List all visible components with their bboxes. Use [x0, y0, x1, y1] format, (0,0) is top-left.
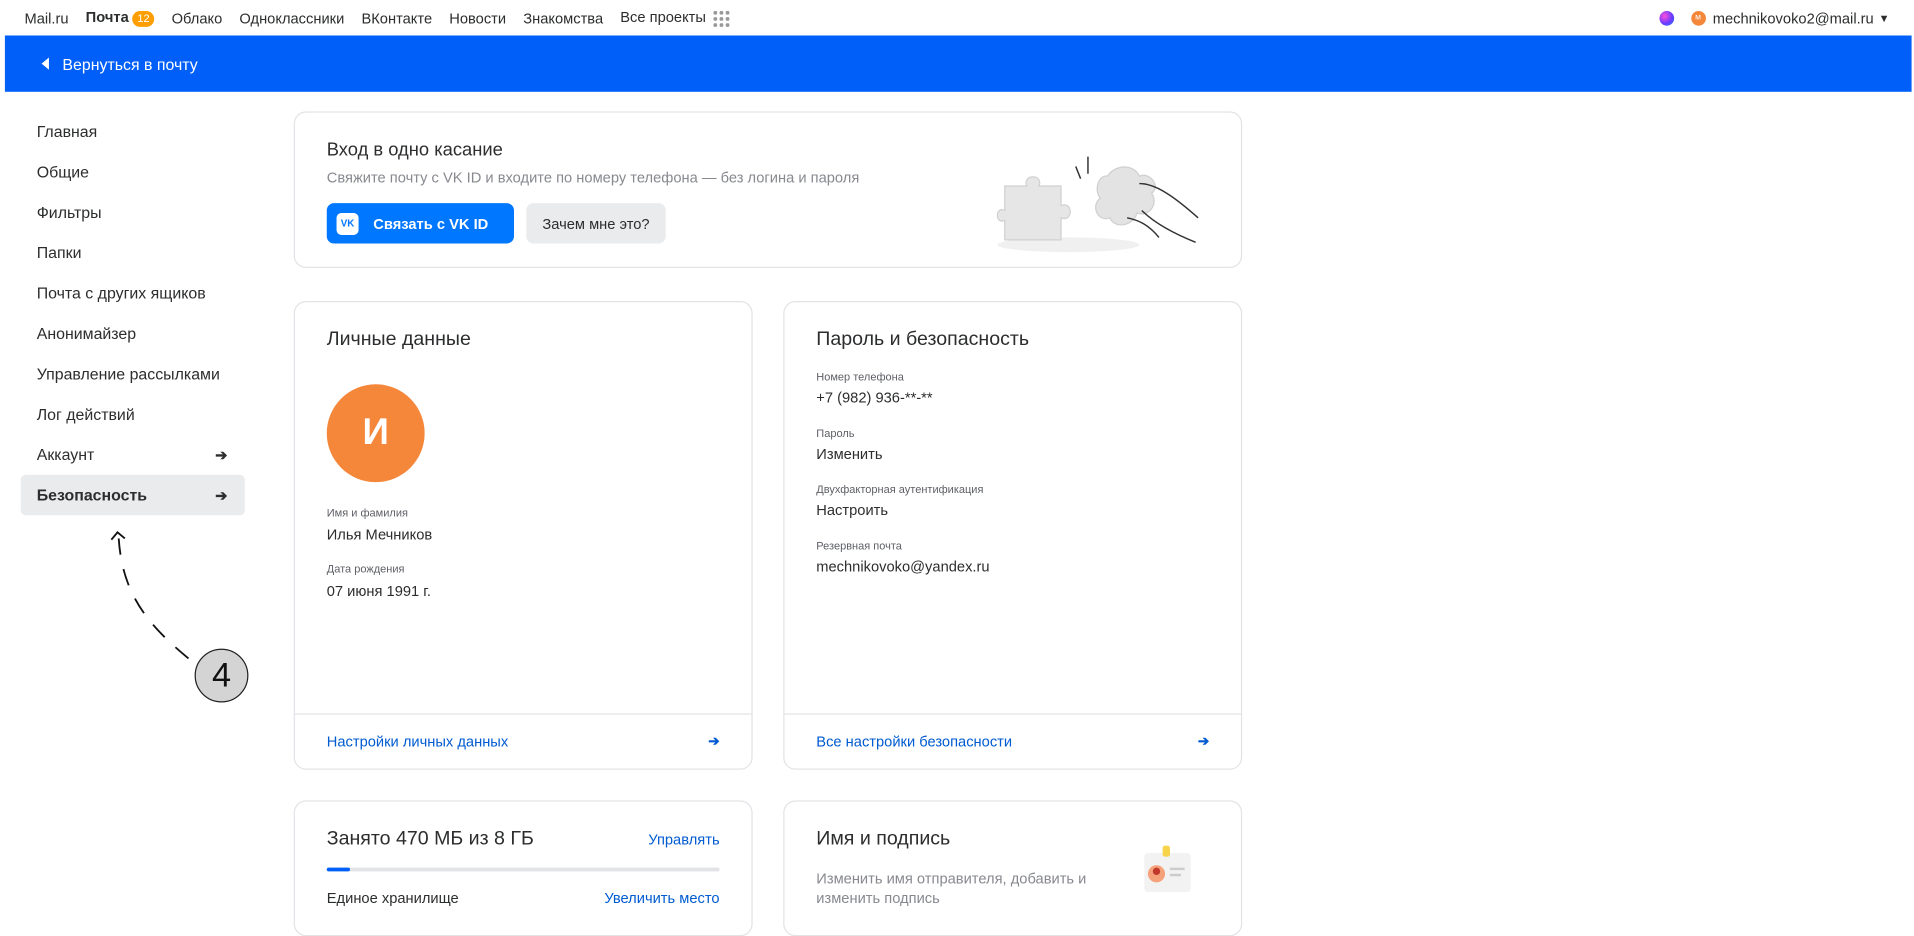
sidebar-item-label: Аккаунт [36, 445, 95, 464]
arrow-right-icon[interactable]: ➔ [708, 733, 719, 749]
nav-cloud[interactable]: Облако [172, 9, 223, 26]
personal-settings-link[interactable]: Настройки личных данных [327, 733, 508, 750]
sidebar-item-label: Безопасность [36, 485, 148, 505]
sidebar-item-label: Лог действий [36, 405, 135, 424]
name-label: Имя и фамилия [326, 506, 408, 519]
sidebar-item-other-mailboxes[interactable]: Почта с других ящиков [21, 273, 245, 313]
nav-mail-label: Почта [85, 8, 129, 26]
unread-badge: 12 [132, 11, 155, 27]
birth-value: 07 июня 1991 г. [326, 582, 431, 600]
storage-title: Занято 470 МБ из 8 ГБ [326, 828, 534, 850]
back-arrow-icon [41, 57, 49, 70]
unified-storage-label: Единое хранилище [326, 889, 459, 907]
sidebar-item-main[interactable]: Главная [21, 111, 245, 151]
manage-storage-link[interactable]: Управлять [648, 831, 719, 848]
nav-vk[interactable]: ВКонтакте [361, 9, 432, 26]
divider [294, 713, 752, 715]
card-subtitle: Свяжите почту с VK ID и входите по номер… [326, 168, 860, 187]
header-bar: Вернуться в почту [4, 35, 1912, 92]
storage-card: Занято 470 МБ из 8 ГБ Управлять Единое х… [293, 800, 753, 936]
storage-progress-bar [326, 867, 720, 872]
card-title: Вход в одно касание [326, 139, 503, 161]
sidebar-item-label: Управление рассылками [36, 364, 220, 384]
apps-grid-icon [713, 10, 730, 27]
arrow-right-icon: ➔ [215, 446, 228, 464]
phone-label: Номер телефона [816, 370, 904, 384]
divider [784, 713, 1241, 715]
signature-description: Изменить имя отправителя, добавить и изм… [816, 870, 1087, 907]
user-email[interactable]: mechnikovoko2@mail.ru [1713, 9, 1874, 26]
sidebar-item-security[interactable]: Безопасность ➔ [20, 474, 245, 516]
nav-all-projects[interactable]: Все проекты [620, 8, 730, 27]
change-password-link[interactable]: Изменить [816, 445, 882, 462]
all-security-settings-link[interactable]: Все настройки безопасности [816, 733, 1012, 750]
nav-ok[interactable]: Одноклассники [239, 9, 344, 26]
sidebar-item-activity-log[interactable]: Лог действий [21, 394, 245, 434]
twofa-label: Двухфакторная аутентификация [816, 483, 984, 496]
sidebar-item-anonymizer[interactable]: Анонимайзер [21, 313, 245, 353]
nav-news[interactable]: Новости [449, 9, 506, 26]
sidebar-item-label: Фильтры [36, 203, 102, 222]
avatar[interactable]: И [326, 384, 425, 483]
back-to-mail-button[interactable]: Вернуться в почту [41, 54, 198, 73]
name-signature-card[interactable]: Имя и подпись Изменить имя отправителя, … [783, 800, 1243, 936]
password-label: Пароль [816, 427, 855, 440]
back-to-mail-label: Вернуться в почту [62, 54, 198, 73]
nav-mail[interactable]: Почта 12 [86, 9, 155, 27]
chevron-down-icon[interactable]: ▼ [1879, 12, 1890, 24]
why-button[interactable]: Зачем мне это? [526, 203, 666, 244]
sidebar-item-label: Общие [36, 162, 90, 182]
sidebar-item-label: Папки [36, 243, 82, 262]
sidebar-item-label: Главная [36, 122, 98, 141]
vk-logo-icon: VK [336, 212, 359, 235]
link-vk-id-label: Связать с VK ID [373, 214, 489, 232]
sidebar-item-folders[interactable]: Папки [21, 233, 245, 273]
arrow-right-icon: ➔ [215, 486, 228, 504]
avatar[interactable]: м [1690, 10, 1706, 26]
annotation-arrow [110, 531, 190, 660]
why-label: Зачем мне это? [542, 214, 650, 232]
card-title: Имя и подпись [816, 828, 951, 850]
id-card-icon [1144, 845, 1191, 893]
sidebar-item-label: Анонимайзер [36, 324, 137, 343]
birth-label: Дата рождения [326, 562, 405, 576]
card-title: Личные данные [326, 329, 471, 351]
sidebar-item-account[interactable]: Аккаунт ➔ [21, 434, 245, 474]
nav-mailru[interactable]: Mail.ru [24, 9, 68, 26]
settings-sidebar: Главная Общие Фильтры Папки Почта с друг… [20, 111, 245, 516]
step-number-badge: 4 [194, 648, 249, 703]
name-value: Илья Мечников [326, 526, 433, 544]
arrow-right-icon[interactable]: ➔ [1198, 733, 1209, 749]
sidebar-item-subscriptions[interactable]: Управление рассылками [21, 354, 245, 394]
increase-storage-link[interactable]: Увеличить место [604, 890, 719, 907]
puzzle-illustration-icon [996, 156, 1199, 253]
phone-value: +7 (982) 936-**-** [816, 389, 933, 407]
sidebar-item-filters[interactable]: Фильтры [21, 192, 245, 232]
backup-email-label: Резервная почта [816, 539, 902, 552]
password-security-card: Пароль и безопасность Номер телефона +7 … [783, 301, 1243, 770]
personal-data-card: Личные данные И Имя и фамилия Илья Мечни… [293, 301, 753, 770]
storage-progress-fill [326, 867, 351, 872]
setup-2fa-link[interactable]: Настроить [816, 502, 888, 519]
one-touch-login-card: Вход в одно касание Свяжите почту с VK I… [293, 111, 1243, 269]
sidebar-item-general[interactable]: Общие [21, 152, 245, 192]
backup-email-value: mechnikovoko@yandex.ru [816, 558, 990, 576]
card-title: Пароль и безопасность [816, 329, 1030, 351]
link-vk-id-button[interactable]: VK Связать с VK ID [326, 203, 514, 244]
nav-dating[interactable]: Знакомства [523, 9, 603, 26]
nav-all-projects-label: Все проекты [620, 8, 706, 27]
user-area: м mechnikovoko2@mail.ru ▼ [1658, 0, 1890, 35]
top-navigation: Mail.ru Почта 12 Облако Одноклассники ВКо… [0, 0, 1914, 35]
assistant-orb-icon[interactable] [1658, 10, 1674, 26]
sidebar-item-label: Почта с других ящиков [36, 283, 206, 303]
